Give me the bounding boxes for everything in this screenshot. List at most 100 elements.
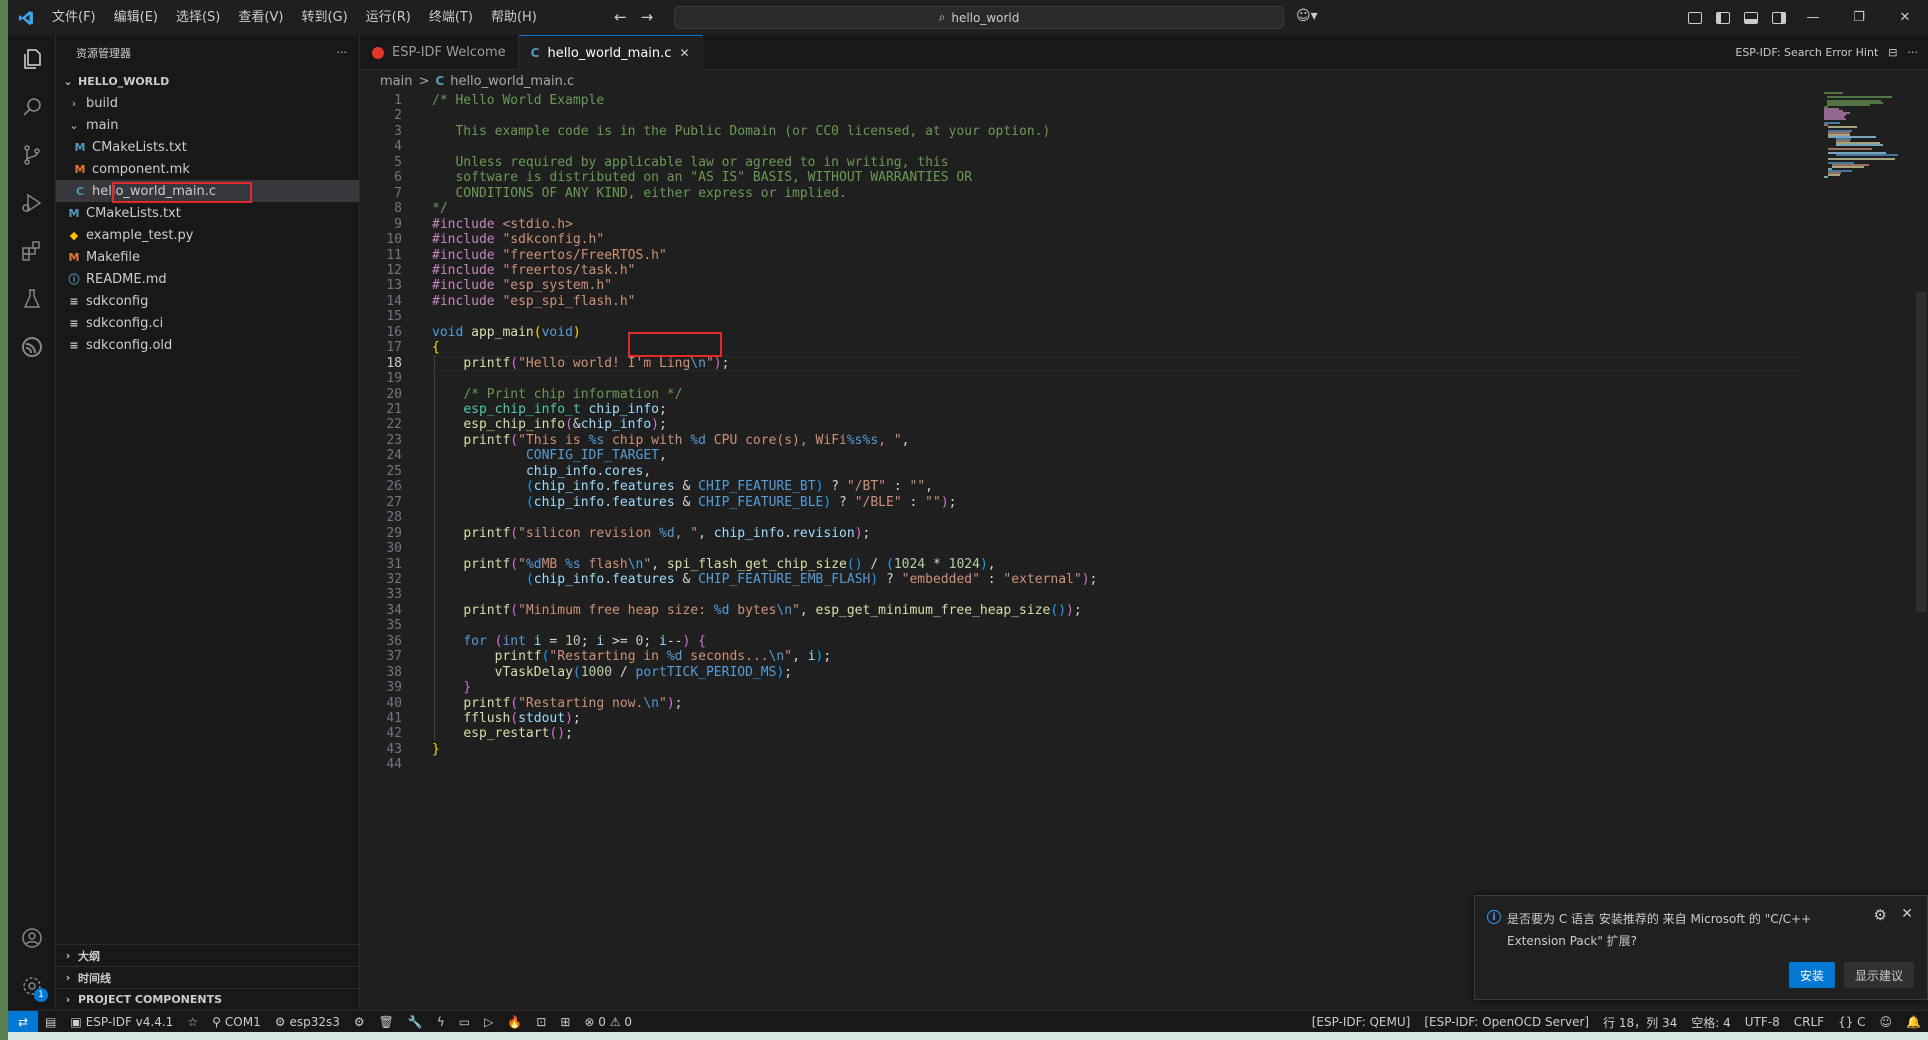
file-item[interactable]: Chello_world_main.c (56, 180, 359, 202)
status-right-item-0[interactable]: [ESP-IDF: QEMU] (1305, 1015, 1418, 1029)
menu-item-1[interactable]: 编辑(E) (106, 0, 166, 35)
flash-icon[interactable]: ϟ (430, 1015, 452, 1029)
install-button[interactable]: 安装 (1789, 962, 1835, 988)
status-right-item-4[interactable]: UTF-8 (1738, 1015, 1787, 1029)
editor-scrollbar[interactable] (1914, 92, 1928, 1010)
show-recommendations-button[interactable]: 显示建议 (1844, 962, 1914, 988)
scroll-thumb[interactable] (1916, 292, 1926, 612)
remote-icon[interactable]: ⇄ (8, 1010, 38, 1033)
search-error-hint-button[interactable]: ESP-IDF: Search Error Hint (1735, 46, 1878, 59)
folder-item[interactable]: ⌄ main (56, 114, 359, 136)
status-right-item-5[interactable]: CRLF (1787, 1015, 1831, 1029)
sidebar-section-2[interactable]: › PROJECT COMPONENTS (56, 988, 360, 1010)
custom-task-icon[interactable]: ⊞ (553, 1015, 577, 1029)
code-text: printf("Restarting now.\n"); (463, 695, 683, 711)
problems-item[interactable]: ⊗ 0 ⚠ 0 (577, 1015, 639, 1029)
toggle-secondary-sidebar-icon[interactable] (1772, 11, 1786, 24)
back-arrow-icon[interactable]: ← (614, 8, 627, 26)
breadcrumb-folder[interactable]: main (380, 74, 412, 89)
forward-arrow-icon[interactable]: → (641, 8, 654, 26)
tab-bar: ESP-IDF Welcome C hello_world_main.c ✕ E… (360, 35, 1928, 70)
extensions-icon[interactable] (8, 227, 56, 275)
customize-layout-icon[interactable] (1688, 11, 1702, 24)
status-right-item-1[interactable]: [ESP-IDF: OpenOCD Server] (1417, 1015, 1596, 1029)
file-item[interactable]: M CMakeLists.txt (56, 136, 359, 158)
close-icon[interactable]: ✕ (679, 46, 689, 60)
minimize-button[interactable]: — (1790, 0, 1836, 35)
sidebar-section-1[interactable]: › 时间线 (56, 966, 360, 988)
readme-file-icon: ⓘ (68, 273, 80, 286)
menu-item-5[interactable]: 运行(R) (358, 0, 419, 35)
file-item[interactable]: ≡ sdkconfig (56, 290, 359, 312)
minimap[interactable] (1824, 92, 1914, 192)
status-right-item-6[interactable]: {} C (1831, 1015, 1872, 1029)
source-control-icon[interactable] (8, 131, 56, 179)
status-right-item-3[interactable]: 空格: 4 (1684, 1014, 1738, 1031)
command-center-search[interactable]: ⌕ hello_world (674, 6, 1284, 29)
toggle-primary-sidebar-icon[interactable] (1716, 11, 1730, 24)
menu-item-4[interactable]: 转到(G) (293, 0, 355, 35)
explorer-more-button[interactable]: ··· (337, 46, 348, 59)
target-item[interactable]: ⚙ esp32s3 (268, 1015, 347, 1029)
testing-icon[interactable] (8, 275, 56, 323)
full-clean-icon[interactable]: 🗑 (372, 1015, 401, 1029)
manage-icon[interactable]: 1 (8, 962, 56, 1010)
file-item[interactable]: Mcomponent.mk (56, 158, 359, 180)
tree-item-label: sdkconfig.old (86, 337, 173, 353)
sdk-configure-icon[interactable]: ▤ (38, 1015, 63, 1029)
more-actions-button[interactable]: ··· (1908, 46, 1919, 59)
file-item[interactable]: ⓘ README.md (56, 268, 359, 290)
file-item[interactable]: ≡ sdkconfig.ci (56, 312, 359, 334)
folder-item[interactable]: › build (56, 92, 359, 114)
sidebar-section-0[interactable]: › 大纲 (56, 944, 360, 966)
toggle-panel-icon[interactable] (1744, 11, 1758, 24)
menu-item-3[interactable]: 查看(V) (230, 0, 291, 35)
menu-item-6[interactable]: 终端(T) (421, 0, 481, 35)
run-debug-icon[interactable] (8, 179, 56, 227)
code-line: 14 #include "esp_spi_flash.h" (360, 294, 1800, 309)
section-label: 时间线 (78, 971, 111, 985)
star-item[interactable]: ☆ (180, 1015, 205, 1029)
file-item[interactable]: M Makefile (56, 246, 359, 268)
tab-hello-world-main[interactable]: C hello_world_main.c ✕ (518, 35, 703, 70)
menu-item-7[interactable]: 帮助(H) (483, 0, 545, 35)
code-text: #include "sdkconfig.h" (432, 232, 605, 248)
code-editor[interactable]: 1 /* Hello World Example 2 3 This example c… (360, 92, 1928, 1010)
menu-item-0[interactable]: 文件(F) (44, 0, 104, 35)
copilot-status-icon[interactable]: ☺ (1873, 1015, 1900, 1029)
extension-recommendation-toast: i 是否要为 C 语言 安装推荐的 来自 Microsoft 的 "C/C++ … (1474, 895, 1928, 1000)
notifications-icon[interactable]: 🔔 (1899, 1015, 1928, 1029)
tab-esp-idf-welcome[interactable]: ESP-IDF Welcome (360, 35, 519, 70)
code-line: 19 (360, 371, 1800, 386)
code-line: 33 (360, 587, 1800, 602)
gear-icon[interactable]: ⚙ (1874, 906, 1887, 924)
build-flash-monitor-icon[interactable]: 🔥 (500, 1015, 529, 1029)
code-text: #include "esp_spi_flash.h" (432, 293, 636, 309)
file-item[interactable]: ≡ sdkconfig.old (56, 334, 359, 356)
espressif-icon[interactable] (8, 323, 56, 371)
restore-button[interactable]: ❐ (1836, 0, 1882, 35)
terminal-icon[interactable]: ⊡ (529, 1015, 553, 1029)
monitor-icon[interactable]: ▭ (452, 1015, 477, 1029)
breadcrumb-file[interactable]: hello_world_main.c (450, 74, 574, 89)
file-item[interactable]: M CMakeLists.txt (56, 202, 359, 224)
explorer-icon[interactable] (8, 35, 56, 83)
line-number: 13 (386, 278, 402, 294)
idf-version-item[interactable]: ▣ ESP-IDF v4.4.1 (63, 1015, 180, 1029)
close-icon[interactable]: ✕ (1901, 906, 1913, 922)
account-icon[interactable] (8, 914, 56, 962)
manage-badge: 1 (34, 988, 48, 1002)
copilot-icon[interactable]: ☺▾ (1296, 8, 1318, 24)
file-item[interactable]: ◆ example_test.py (56, 224, 359, 246)
close-window-button[interactable]: ✕ (1882, 0, 1928, 35)
build-icon[interactable]: 🔧 (401, 1015, 430, 1029)
menu-item-2[interactable]: 选择(S) (168, 0, 228, 35)
search-icon[interactable] (8, 83, 56, 131)
status-right-item-2[interactable]: 行 18，列 34 (1596, 1014, 1684, 1031)
code-line: 28 (360, 510, 1800, 525)
workspace-root[interactable]: ⌄ HELLO_WORLD (56, 70, 359, 92)
split-editor-icon[interactable]: ⊟ (1888, 46, 1897, 59)
debug-icon[interactable]: ▷ (477, 1015, 500, 1029)
menuconfig-icon[interactable]: ⚙ (347, 1015, 372, 1029)
port-item[interactable]: ⚲ COM1 (205, 1015, 268, 1029)
